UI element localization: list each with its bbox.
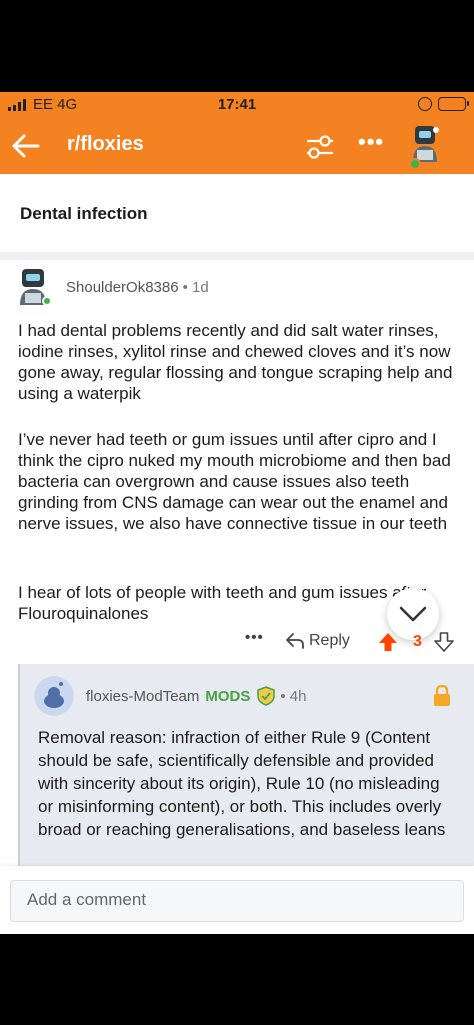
subreddit-title[interactable]: r/floxies xyxy=(67,133,144,156)
lock-icon xyxy=(434,684,450,706)
sort-filter-icon[interactable] xyxy=(304,132,336,162)
mods-badge: MODS xyxy=(205,687,251,705)
orientation-lock-icon xyxy=(418,97,432,111)
comment-input[interactable] xyxy=(27,890,447,910)
app-header: r/floxies ••• xyxy=(0,118,474,174)
snoo-avatar-icon xyxy=(34,676,74,716)
screen-bottom-bezel xyxy=(0,934,474,1025)
comment-header: ShoulderOk8386 • 1d xyxy=(16,266,209,308)
section-divider xyxy=(0,252,474,260)
mod-reply-text: Removal reason: infraction of either Rul… xyxy=(38,728,446,839)
comment-paragraph: I had dental problems recently and did s… xyxy=(18,321,453,403)
comment-input-box[interactable] xyxy=(10,880,464,922)
comment-paragraph: I’ve never had teeth or gum issues until… xyxy=(18,430,451,533)
status-bar: EE 4G 17:41 xyxy=(0,92,474,118)
mod-avatar[interactable] xyxy=(34,676,74,716)
mod-shield-icon xyxy=(257,686,276,706)
reply-icon xyxy=(286,633,304,649)
comment-age: • 1d xyxy=(182,278,209,296)
comment-composer xyxy=(0,866,474,934)
reply-button[interactable]: Reply xyxy=(285,632,350,650)
online-status-dot xyxy=(42,296,52,306)
more-options-button[interactable]: ••• xyxy=(358,129,384,155)
mod-reply-age: • 4h xyxy=(280,687,307,705)
downvote-icon[interactable] xyxy=(434,632,454,652)
post-content: Dental infection ShoulderOk8386 • 1d I h… xyxy=(0,174,474,934)
user-avatar-icon[interactable] xyxy=(407,122,443,170)
back-arrow-icon[interactable] xyxy=(10,131,42,161)
comment-author[interactable]: ShoulderOk8386 xyxy=(66,279,179,296)
comment-more-button[interactable]: ••• xyxy=(245,629,264,646)
mod-author[interactable]: floxies-ModTeam xyxy=(86,688,199,705)
comment-actions: ••• Reply 3 xyxy=(0,626,474,660)
vote-count: 3 xyxy=(413,633,422,650)
post-title[interactable]: Dental infection xyxy=(20,204,148,224)
screen-top-bezel xyxy=(0,0,474,92)
battery-icon xyxy=(438,97,469,111)
clock: 17:41 xyxy=(217,96,257,113)
reply-label: Reply xyxy=(309,632,350,649)
upvote-icon[interactable] xyxy=(378,632,398,652)
mod-reply-header: floxies-ModTeam MODS • 4h xyxy=(34,676,306,716)
